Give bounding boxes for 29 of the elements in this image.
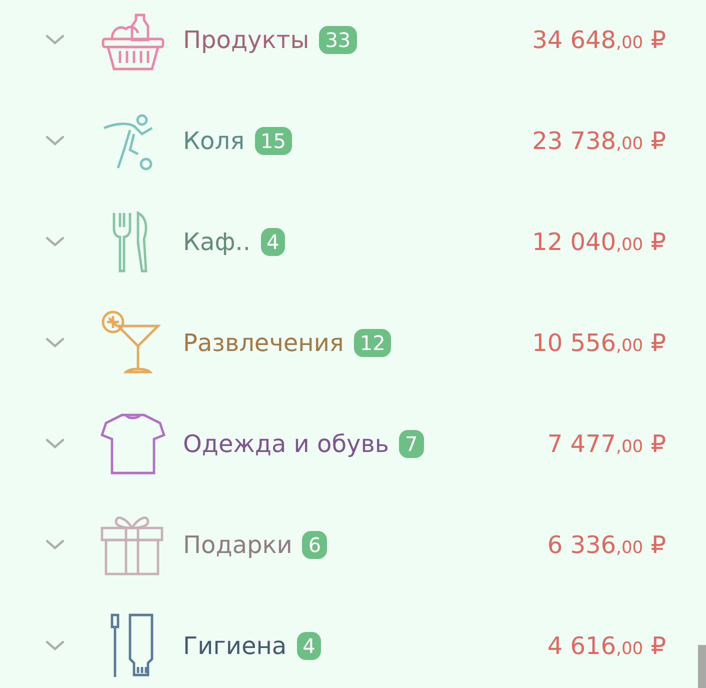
count-badge: 33 bbox=[319, 26, 357, 54]
count-badge: 15 bbox=[254, 126, 292, 154]
chevron-icon[interactable] bbox=[45, 34, 65, 46]
chevron-icon[interactable] bbox=[45, 134, 65, 146]
amount: 23 738,00 ₽ bbox=[532, 126, 666, 154]
category-name: Продукты bbox=[183, 26, 310, 54]
count-badge: 12 bbox=[354, 328, 392, 356]
amount: 6 336,00 ₽ bbox=[547, 530, 666, 558]
chevron-icon[interactable] bbox=[45, 538, 65, 550]
category-name: Гигиена bbox=[183, 632, 287, 660]
amount: 7 477,00 ₽ bbox=[547, 430, 666, 458]
chevron-icon[interactable] bbox=[45, 236, 65, 248]
count-badge: 4 bbox=[296, 632, 322, 660]
chevron-icon[interactable] bbox=[45, 336, 65, 348]
amount: 4 616,00 ₽ bbox=[547, 632, 666, 660]
amount: 12 040,00 ₽ bbox=[532, 228, 666, 256]
count-badge: 6 bbox=[302, 530, 328, 558]
count-badge: 7 bbox=[399, 430, 424, 458]
chevron-icon[interactable] bbox=[45, 640, 65, 652]
chevron-icon[interactable] bbox=[45, 438, 65, 450]
category-name: Развлечения bbox=[183, 328, 344, 356]
count-badge: 4 bbox=[260, 228, 286, 256]
category-name: Коля bbox=[183, 126, 244, 154]
scrollbar[interactable] bbox=[698, 645, 706, 688]
amount: 10 556,00 ₽ bbox=[532, 328, 666, 356]
category-name: Подарки bbox=[183, 530, 292, 558]
category-name: Каф.. bbox=[183, 228, 251, 256]
amount: 34 648,00 ₽ bbox=[532, 26, 666, 54]
category-name: Одежда и обувь bbox=[183, 430, 390, 458]
